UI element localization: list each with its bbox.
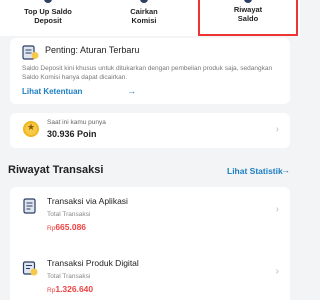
view-terms-link[interactable]: Lihat Ketentuan: [22, 87, 82, 96]
digital-product-icon: [22, 261, 38, 276]
points-value: 30.936 Poin: [47, 129, 97, 139]
chevron-right-icon: ›: [275, 124, 279, 135]
transaction-label: Total Transaksi: [47, 273, 91, 280]
menu-top-up-saldo-deposit[interactable]: Top Up Saldo Deposit: [0, 0, 96, 36]
points-card[interactable]: ★ Saat ini kamu punya 30.936 Poin ›: [10, 113, 290, 148]
view-statistics-link[interactable]: Lihat Statistik: [227, 166, 283, 176]
menu-cairkan-komisi[interactable]: Cairkan Komisi: [96, 0, 192, 36]
menu-label: Cairkan Komisi: [130, 7, 158, 25]
withdraw-icon: [140, 0, 148, 3]
document-icon: [22, 45, 39, 60]
menu-label: Riwayat Saldo: [233, 5, 263, 23]
notice-card: Penting: Aturan Terbaru Saldo Deposit ki…: [10, 38, 290, 104]
transaction-label: Total Transaksi: [47, 211, 91, 218]
top-menu: Top Up Saldo Deposit Cairkan Komisi Riwa…: [0, 0, 300, 36]
chevron-right-icon: ›: [275, 266, 279, 277]
transaction-name: Transaksi via Aplikasi: [47, 196, 128, 206]
notice-description: Saldo Deposit kini khusus untuk ditukark…: [22, 65, 273, 81]
notice-title: Penting: Aturan Terbaru: [45, 45, 140, 55]
transaction-name: Transaksi Produk Digital: [47, 258, 139, 268]
app-document-icon: [23, 198, 36, 214]
points-label: Saat ini kamu punya: [47, 119, 106, 126]
history-icon: [244, 0, 252, 3]
top-up-icon: [44, 0, 52, 3]
transaction-list: Transaksi via Aplikasi Total Transaksi R…: [10, 187, 290, 300]
list-item-digital-product-transactions[interactable]: Transaksi Produk Digital Total Transaksi…: [10, 249, 290, 299]
menu-label: Top Up Saldo Deposit: [24, 7, 72, 25]
star-coin-icon: ★: [23, 121, 39, 137]
transaction-amount: Rp1.326.640: [47, 284, 94, 294]
transaction-amount: Rp665.086: [47, 222, 87, 232]
arrow-right-icon[interactable]: →: [281, 165, 290, 175]
menu-riwayat-saldo[interactable]: Riwayat Saldo: [198, 0, 298, 36]
transaction-history-title: Riwayat Transaksi: [8, 164, 104, 176]
chevron-right-icon: ›: [275, 204, 279, 215]
arrow-right-icon[interactable]: →: [127, 86, 136, 96]
list-item-app-transactions[interactable]: Transaksi via Aplikasi Total Transaksi R…: [10, 187, 290, 237]
